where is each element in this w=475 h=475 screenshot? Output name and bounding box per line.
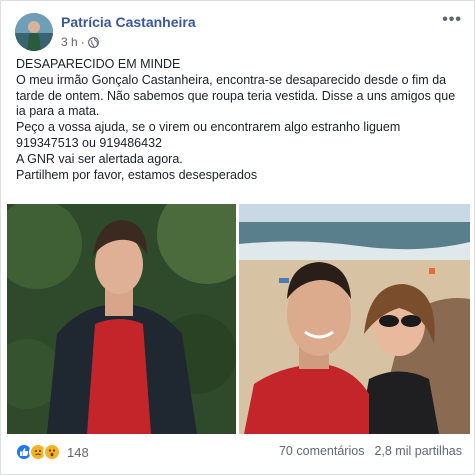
post-line: Peço a vossa ajuda, se o virem ou encont… bbox=[16, 120, 401, 135]
shares-link[interactable]: 2,8 mil partilhas bbox=[374, 444, 462, 458]
post-line: 919347513 ou 919486432 bbox=[16, 135, 162, 150]
photo-beach-selfie[interactable] bbox=[239, 204, 470, 434]
reactions-summary[interactable]: 148 bbox=[15, 443, 89, 461]
wow-icon bbox=[43, 443, 61, 461]
author-avatar[interactable] bbox=[15, 13, 53, 51]
comments-link[interactable]: 70 comentários bbox=[279, 444, 364, 458]
post-photos bbox=[7, 204, 470, 434]
post-card: Patrícia Castanheira 3 h · ••• DESAPAREC… bbox=[0, 0, 475, 475]
post-text: DESAPARECIDO EM MINDE O meu irmão Gonçal… bbox=[16, 57, 464, 183]
author-name[interactable]: Patrícia Castanheira bbox=[61, 14, 196, 30]
post-time[interactable]: 3 h bbox=[61, 35, 78, 49]
post-line: Partilhem por favor, estamos desesperado… bbox=[16, 167, 258, 182]
post-footer: 148 70 comentários 2,8 mil partilhas bbox=[13, 442, 464, 464]
photo-portrait[interactable] bbox=[7, 204, 236, 434]
more-options-icon[interactable]: ••• bbox=[442, 11, 462, 29]
post-header: Patrícia Castanheira 3 h · ••• bbox=[13, 11, 464, 51]
post-line: A GNR vai ser alertada agora. bbox=[16, 151, 183, 166]
post-meta: 3 h · bbox=[61, 35, 99, 49]
globe-icon[interactable] bbox=[87, 36, 99, 48]
reaction-count: 148 bbox=[67, 444, 89, 460]
post-stats: 70 comentários 2,8 mil partilhas bbox=[279, 444, 462, 458]
post-line: DESAPARECIDO EM MINDE bbox=[16, 57, 181, 71]
post-line: O meu irmão Gonçalo Castanheira, encontr… bbox=[16, 72, 456, 119]
